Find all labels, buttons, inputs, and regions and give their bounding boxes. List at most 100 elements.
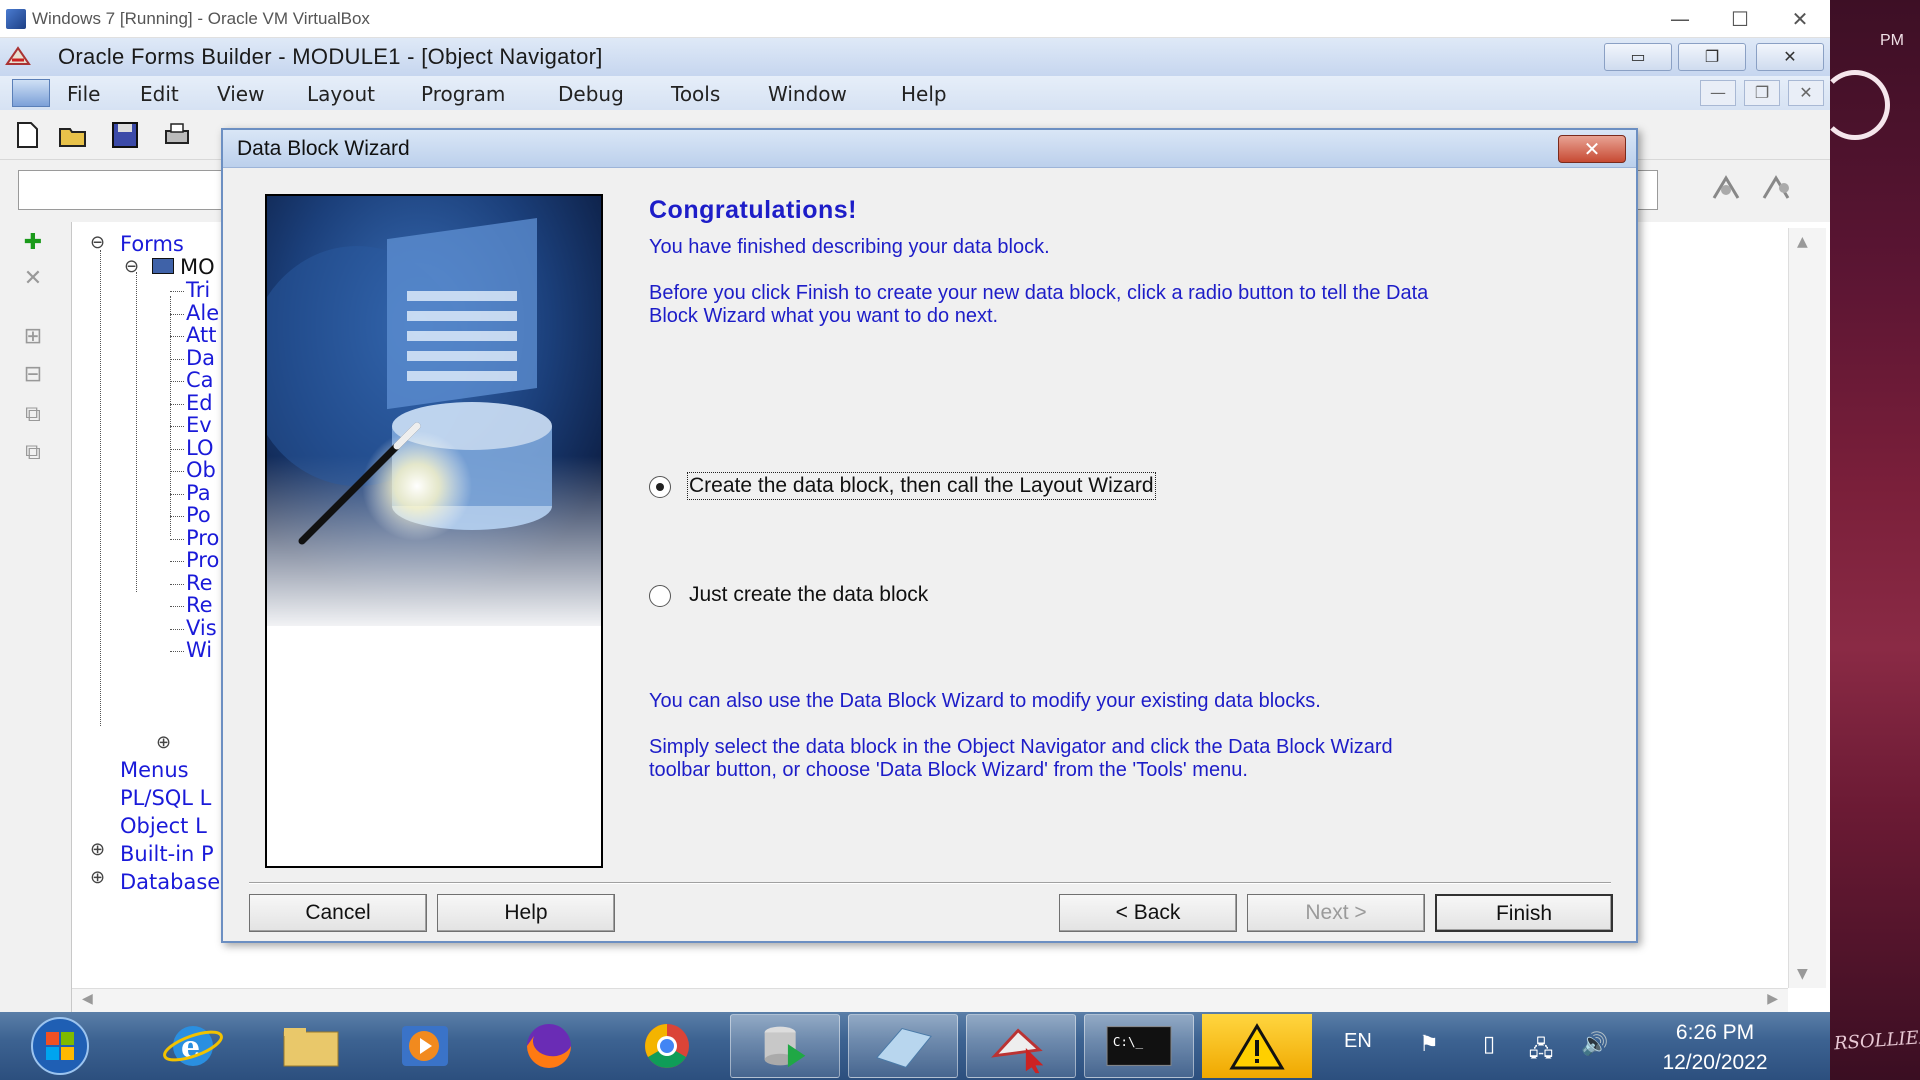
tree-node-module-child[interactable]: Ed	[186, 391, 213, 415]
notepad-icon[interactable]	[848, 1014, 958, 1078]
warning-icon[interactable]	[1202, 1014, 1312, 1078]
forms-builder-title: Oracle Forms Builder - MODULE1 - [Object…	[58, 44, 603, 69]
host-close-button[interactable]: ✕	[1772, 4, 1828, 34]
tree-node-module-child[interactable]: Re	[186, 593, 213, 617]
oracle-forms-icon[interactable]	[966, 1014, 1076, 1078]
file-explorer-icon[interactable]	[256, 1014, 366, 1078]
tree-node-module-child[interactable]: Pro	[186, 526, 219, 550]
create-icon[interactable]: ✚	[16, 228, 50, 258]
radio-label-just-create[interactable]: Just create the data block	[689, 583, 928, 607]
tree-node-module-child[interactable]: Pa	[186, 481, 211, 505]
menu-window[interactable]: Window	[768, 82, 847, 106]
cancel-button[interactable]: Cancel	[249, 894, 427, 932]
mdi-minimize-button[interactable]: —	[1700, 80, 1736, 106]
expand-icon[interactable]: ⊞	[16, 322, 50, 352]
menu-debug[interactable]: Debug	[558, 82, 624, 106]
menu-edit[interactable]: Edit	[140, 82, 179, 106]
tree-node-module-child[interactable]: Vis	[186, 616, 217, 640]
tree-connector	[170, 628, 184, 630]
tree-node-database-objects[interactable]: Database	[120, 870, 220, 894]
internet-explorer-icon[interactable]: e	[138, 1014, 248, 1078]
tree-node-module-child[interactable]: Pro	[186, 548, 219, 572]
tree-node-module-child[interactable]: Ale	[186, 301, 219, 325]
new-file-icon[interactable]	[12, 120, 42, 150]
host-minimize-button[interactable]: —	[1652, 4, 1708, 34]
tree-expand-icon[interactable]: ⊕	[156, 732, 171, 753]
next-button[interactable]: Next >	[1247, 894, 1425, 932]
menu-file[interactable]: File	[67, 82, 100, 106]
delete-icon[interactable]: ✕	[16, 264, 50, 294]
collapse-all-icon[interactable]: ⧉	[16, 438, 50, 468]
tree-node-menus[interactable]: Menus	[120, 758, 189, 782]
volume-icon[interactable]: 🔊	[1580, 1032, 1610, 1060]
mdi-restore-button[interactable]: ❐	[1744, 80, 1780, 106]
command-prompt-icon[interactable]: C:\_	[1084, 1014, 1194, 1078]
collapse-icon[interactable]: ⊟	[16, 360, 50, 390]
save-icon[interactable]	[110, 120, 140, 150]
find-next-icon[interactable]	[1756, 168, 1796, 208]
tree-node-module-child[interactable]: Re	[186, 571, 213, 595]
back-button[interactable]: < Back	[1059, 894, 1237, 932]
start-orb-icon[interactable]	[12, 1014, 108, 1078]
tree-expand-icon[interactable]: ⊕	[90, 867, 105, 888]
help-button[interactable]: Help	[437, 894, 615, 932]
scroll-up-icon[interactable]: ▲	[1797, 234, 1808, 250]
wizard-close-button[interactable]: ✕	[1558, 135, 1626, 163]
language-indicator[interactable]: EN	[1344, 1030, 1372, 1053]
scroll-right-icon[interactable]: ▶	[1767, 991, 1778, 1007]
tree-node-module-child[interactable]: Po	[186, 503, 211, 527]
menu-tools[interactable]: Tools	[671, 82, 720, 106]
radio-create-and-layout[interactable]	[649, 476, 671, 498]
app-minimize-button[interactable]: ▭	[1604, 43, 1672, 71]
menu-layout[interactable]: Layout	[307, 82, 375, 106]
tree-collapse-icon[interactable]: ⊖	[124, 256, 139, 277]
tree-node-module-child[interactable]: Ev	[186, 413, 212, 437]
navigator-vertical-scrollbar[interactable]: ▲ ▼	[1788, 228, 1826, 988]
tree-expand-icon[interactable]: ⊕	[90, 839, 105, 860]
scroll-left-icon[interactable]: ◀	[82, 991, 93, 1007]
host-maximize-button[interactable]: ☐	[1712, 4, 1768, 34]
radio-label-create-and-layout[interactable]: Create the data block, then call the Lay…	[687, 472, 1156, 500]
expand-all-icon[interactable]: ⧉	[16, 400, 50, 430]
navigator-window-icon[interactable]	[12, 79, 50, 107]
menu-view[interactable]: View	[217, 82, 264, 106]
mdi-close-button[interactable]: ✕	[1788, 80, 1824, 106]
tree-node-module-child[interactable]: Wi	[186, 638, 212, 662]
wizard-select-line-1: Simply select the data block in the Obje…	[649, 736, 1393, 758]
print-icon[interactable]	[162, 120, 192, 150]
database-installer-icon[interactable]	[730, 1014, 840, 1078]
usb-device-icon[interactable]: ▯	[1474, 1032, 1504, 1060]
network-icon[interactable]: 🖧	[1526, 1032, 1556, 1062]
media-player-icon[interactable]	[374, 1014, 484, 1078]
tree-node-forms[interactable]: Forms	[120, 232, 184, 256]
tree-connector	[170, 583, 184, 585]
wallpaper-ring-graphic	[1830, 70, 1890, 140]
tree-node-module-child[interactable]: Ca	[186, 368, 214, 392]
chrome-icon[interactable]	[612, 1014, 722, 1078]
tree-collapse-icon[interactable]: ⊖	[90, 232, 105, 253]
tree-node-object-libraries[interactable]: Object L	[120, 814, 207, 838]
tree-node-module[interactable]: MO	[180, 255, 215, 279]
scroll-down-icon[interactable]: ▼	[1797, 966, 1808, 982]
system-clock[interactable]: 6:26 PM 12/20/2022	[1640, 1018, 1790, 1078]
firefox-icon[interactable]	[494, 1014, 604, 1078]
finish-button[interactable]: Finish	[1435, 894, 1613, 932]
app-restore-button[interactable]: ❐	[1678, 43, 1746, 71]
tree-node-module-child[interactable]: LO	[186, 436, 213, 460]
tree-connector	[170, 381, 184, 382]
menu-help[interactable]: Help	[901, 82, 947, 106]
tree-node-module-child[interactable]: Tri	[186, 278, 210, 302]
app-close-button[interactable]: ✕	[1756, 43, 1824, 71]
tree-connector	[170, 471, 184, 472]
tree-node-plsql-libraries[interactable]: PL/SQL L	[120, 786, 211, 810]
tree-node-module-child[interactable]: Da	[186, 346, 215, 370]
radio-just-create[interactable]	[649, 585, 671, 607]
tree-node-built-in-packages[interactable]: Built-in P	[120, 842, 214, 866]
menu-program[interactable]: Program	[421, 82, 505, 106]
navigator-horizontal-scrollbar[interactable]: ◀ ▶	[72, 988, 1788, 1012]
tree-node-module-child[interactable]: Att	[186, 323, 216, 347]
action-center-flag-icon[interactable]: ⚑	[1414, 1032, 1444, 1060]
find-previous-icon[interactable]	[1706, 168, 1746, 208]
tree-node-module-child[interactable]: Ob	[186, 458, 216, 482]
open-folder-icon[interactable]	[58, 120, 88, 150]
